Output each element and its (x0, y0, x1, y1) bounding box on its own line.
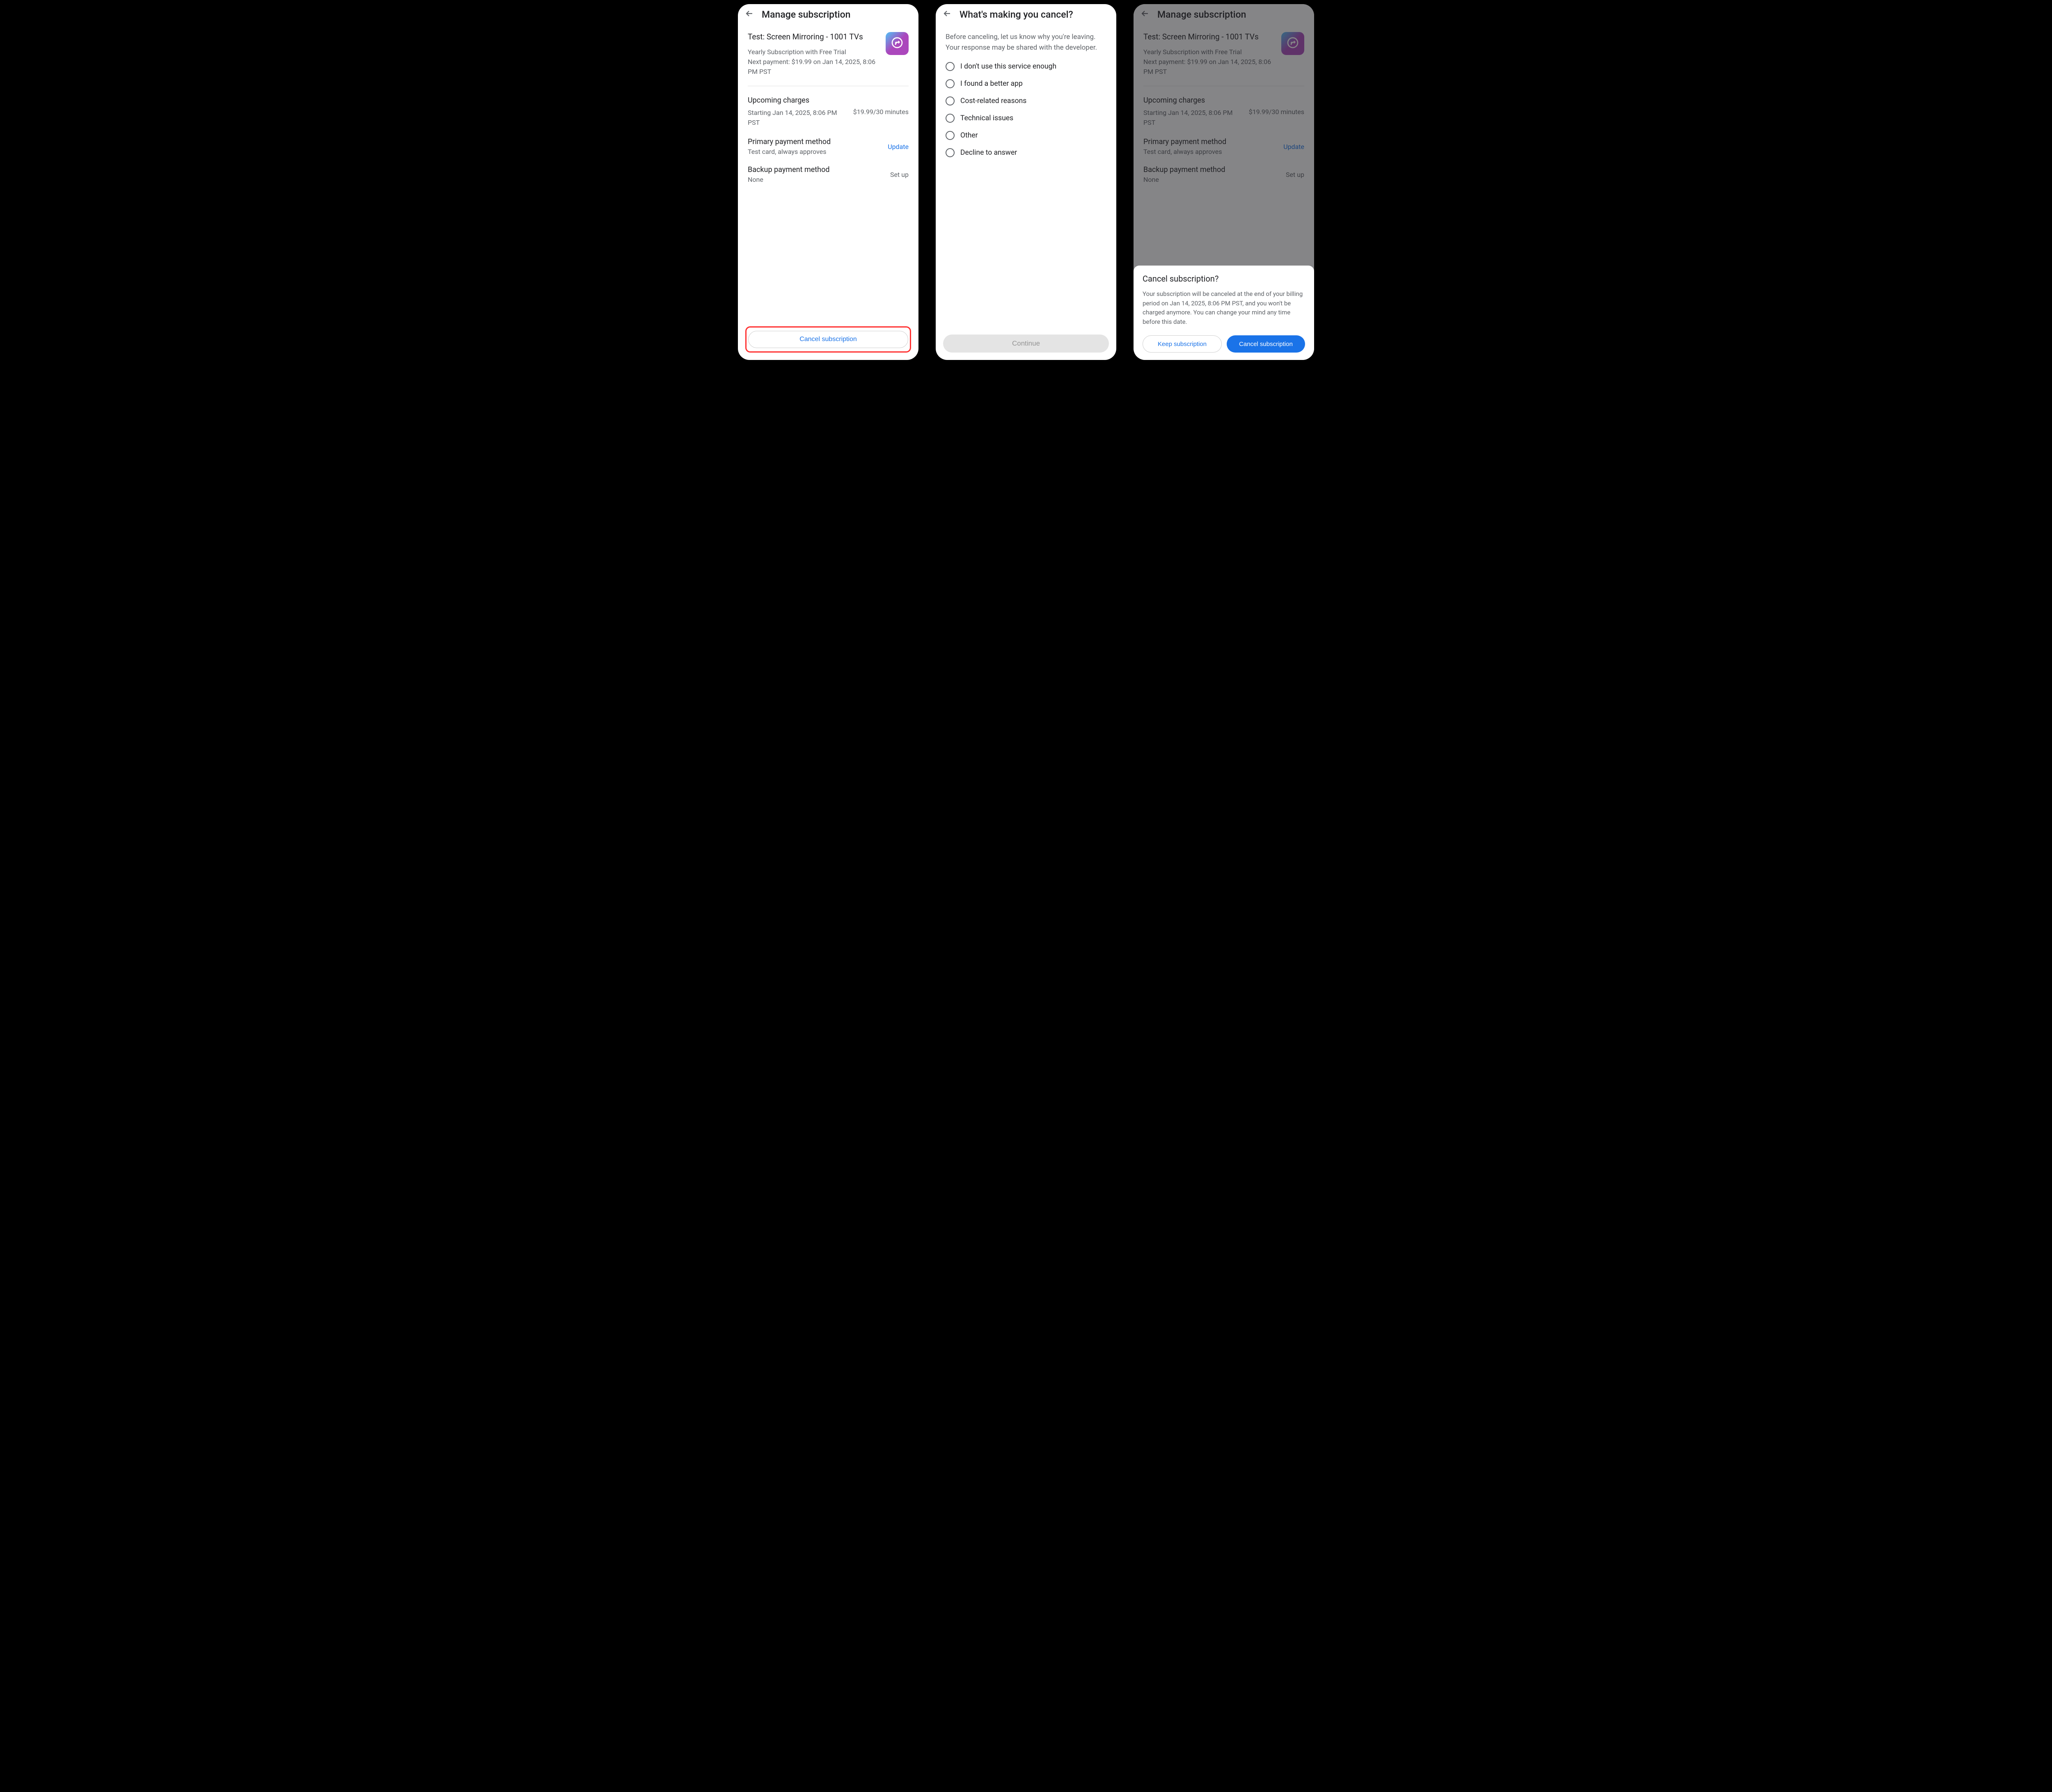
cast-icon (891, 36, 904, 51)
update-payment-link[interactable]: Update (888, 143, 909, 151)
upcoming-price-text: $19.99/30 minutes (853, 108, 909, 116)
arrow-left-icon (1140, 9, 1150, 20)
cancel-intro-text: Before canceling, let us know why you're… (946, 32, 1106, 53)
primary-payment-row: Primary payment method Test card, always… (1143, 137, 1304, 156)
radio-icon (946, 114, 955, 123)
confirm-cancel-button[interactable]: Cancel subscription (1227, 335, 1305, 353)
subscription-plan: Yearly Subscription with Free Trial (748, 47, 879, 57)
reason-label: I found a better app (960, 80, 1023, 88)
app-bar: Manage subscription (738, 4, 918, 25)
backup-payment-method: None (748, 176, 830, 183)
update-payment-link[interactable]: Update (1283, 143, 1304, 151)
reason-option-5[interactable]: Decline to answer (946, 148, 1106, 157)
sheet-body-text: Your subscription will be canceled at th… (1143, 289, 1305, 326)
radio-icon (946, 96, 955, 105)
subscription-plan: Yearly Subscription with Free Trial (1143, 47, 1275, 57)
upcoming-charges-row: Starting Jan 14, 2025, 8:06 PM PST $19.9… (748, 108, 909, 128)
app-icon (886, 32, 909, 55)
backup-payment-row: Backup payment method None Set up (1143, 165, 1304, 183)
app-bar: What's making you cancel? (936, 4, 1116, 25)
upcoming-charges-heading: Upcoming charges (1143, 96, 1304, 105)
primary-payment-method: Test card, always approves (1143, 148, 1226, 156)
radio-icon (946, 148, 955, 157)
page-title: What's making you cancel? (960, 9, 1073, 20)
app-icon (1281, 32, 1304, 55)
reason-label: I don't use this service enough (960, 62, 1056, 71)
upcoming-start-text: Starting Jan 14, 2025, 8:06 PM PST (748, 108, 848, 128)
cast-icon (1286, 36, 1299, 51)
subscription-header: Test: Screen Mirroring - 1001 TVs Yearly… (1143, 25, 1304, 77)
subscription-header: Test: Screen Mirroring - 1001 TVs Yearly… (748, 25, 909, 77)
upcoming-price-text: $19.99/30 minutes (1249, 108, 1304, 116)
sheet-title: Cancel subscription? (1143, 274, 1305, 284)
sheet-actions: Keep subscription Cancel subscription (1143, 335, 1305, 353)
reason-radio-group: I don't use this service enough I found … (946, 62, 1106, 157)
reason-option-3[interactable]: Technical issues (946, 114, 1106, 123)
back-button[interactable] (1139, 9, 1151, 20)
radio-icon (946, 131, 955, 140)
reason-label: Decline to answer (960, 149, 1017, 157)
backup-payment-method: None (1143, 176, 1225, 183)
footer: Continue (936, 330, 1116, 360)
continue-button[interactable]: Continue (943, 335, 1109, 353)
primary-payment-row: Primary payment method Test card, always… (748, 137, 909, 156)
radio-icon (946, 79, 955, 88)
cancel-bottom-sheet: Cancel subscription? Your subscription w… (1134, 266, 1314, 360)
primary-payment-heading: Primary payment method (748, 137, 831, 146)
subscription-next-payment: Next payment: $19.99 on Jan 14, 2025, 8:… (748, 57, 879, 77)
upcoming-charges-row: Starting Jan 14, 2025, 8:06 PM PST $19.9… (1143, 108, 1304, 128)
arrow-left-icon (744, 9, 754, 20)
footer: Cancel subscription (738, 321, 918, 360)
subscription-header-text: Test: Screen Mirroring - 1001 TVs Yearly… (748, 32, 879, 77)
cancel-subscription-button[interactable]: Cancel subscription (748, 331, 908, 348)
content-area: Before canceling, let us know why you're… (936, 25, 1116, 330)
screen-cancel-confirm: Manage subscription Test: Screen Mirrori… (1134, 4, 1314, 360)
screen-cancel-reason: What's making you cancel? Before canceli… (936, 4, 1116, 360)
reason-option-0[interactable]: I don't use this service enough (946, 62, 1106, 71)
subscription-name: Test: Screen Mirroring - 1001 TVs (1143, 32, 1275, 41)
keep-subscription-button[interactable]: Keep subscription (1143, 335, 1222, 353)
primary-payment-method: Test card, always approves (748, 148, 831, 156)
screen-manage-subscription: Manage subscription Test: Screen Mirrori… (738, 4, 918, 360)
backup-payment-heading: Backup payment method (1143, 165, 1225, 174)
backup-payment-row: Backup payment method None Set up (748, 165, 909, 183)
subscription-next-payment: Next payment: $19.99 on Jan 14, 2025, 8:… (1143, 57, 1275, 77)
setup-backup-link[interactable]: Set up (890, 171, 909, 179)
page-title: Manage subscription (762, 9, 850, 20)
content-area: Test: Screen Mirroring - 1001 TVs Yearly… (738, 25, 918, 321)
subscription-header-text: Test: Screen Mirroring - 1001 TVs Yearly… (1143, 32, 1275, 77)
reason-option-4[interactable]: Other (946, 131, 1106, 140)
upcoming-charges-heading: Upcoming charges (748, 96, 909, 105)
backup-payment-heading: Backup payment method (748, 165, 830, 174)
setup-backup-link[interactable]: Set up (1286, 171, 1304, 179)
reason-label: Cost-related reasons (960, 97, 1026, 105)
arrow-left-icon (942, 9, 952, 20)
reason-option-1[interactable]: I found a better app (946, 79, 1106, 88)
reason-label: Other (960, 131, 978, 140)
app-bar: Manage subscription (1134, 4, 1314, 25)
reason-option-2[interactable]: Cost-related reasons (946, 96, 1106, 105)
reason-label: Technical issues (960, 114, 1013, 122)
primary-payment-heading: Primary payment method (1143, 137, 1226, 146)
highlight-annotation: Cancel subscription (745, 326, 911, 353)
radio-icon (946, 62, 955, 71)
subscription-name: Test: Screen Mirroring - 1001 TVs (748, 32, 879, 41)
upcoming-start-text: Starting Jan 14, 2025, 8:06 PM PST (1143, 108, 1244, 128)
back-button[interactable] (744, 9, 755, 20)
page-title: Manage subscription (1157, 9, 1246, 20)
back-button[interactable] (941, 9, 953, 20)
